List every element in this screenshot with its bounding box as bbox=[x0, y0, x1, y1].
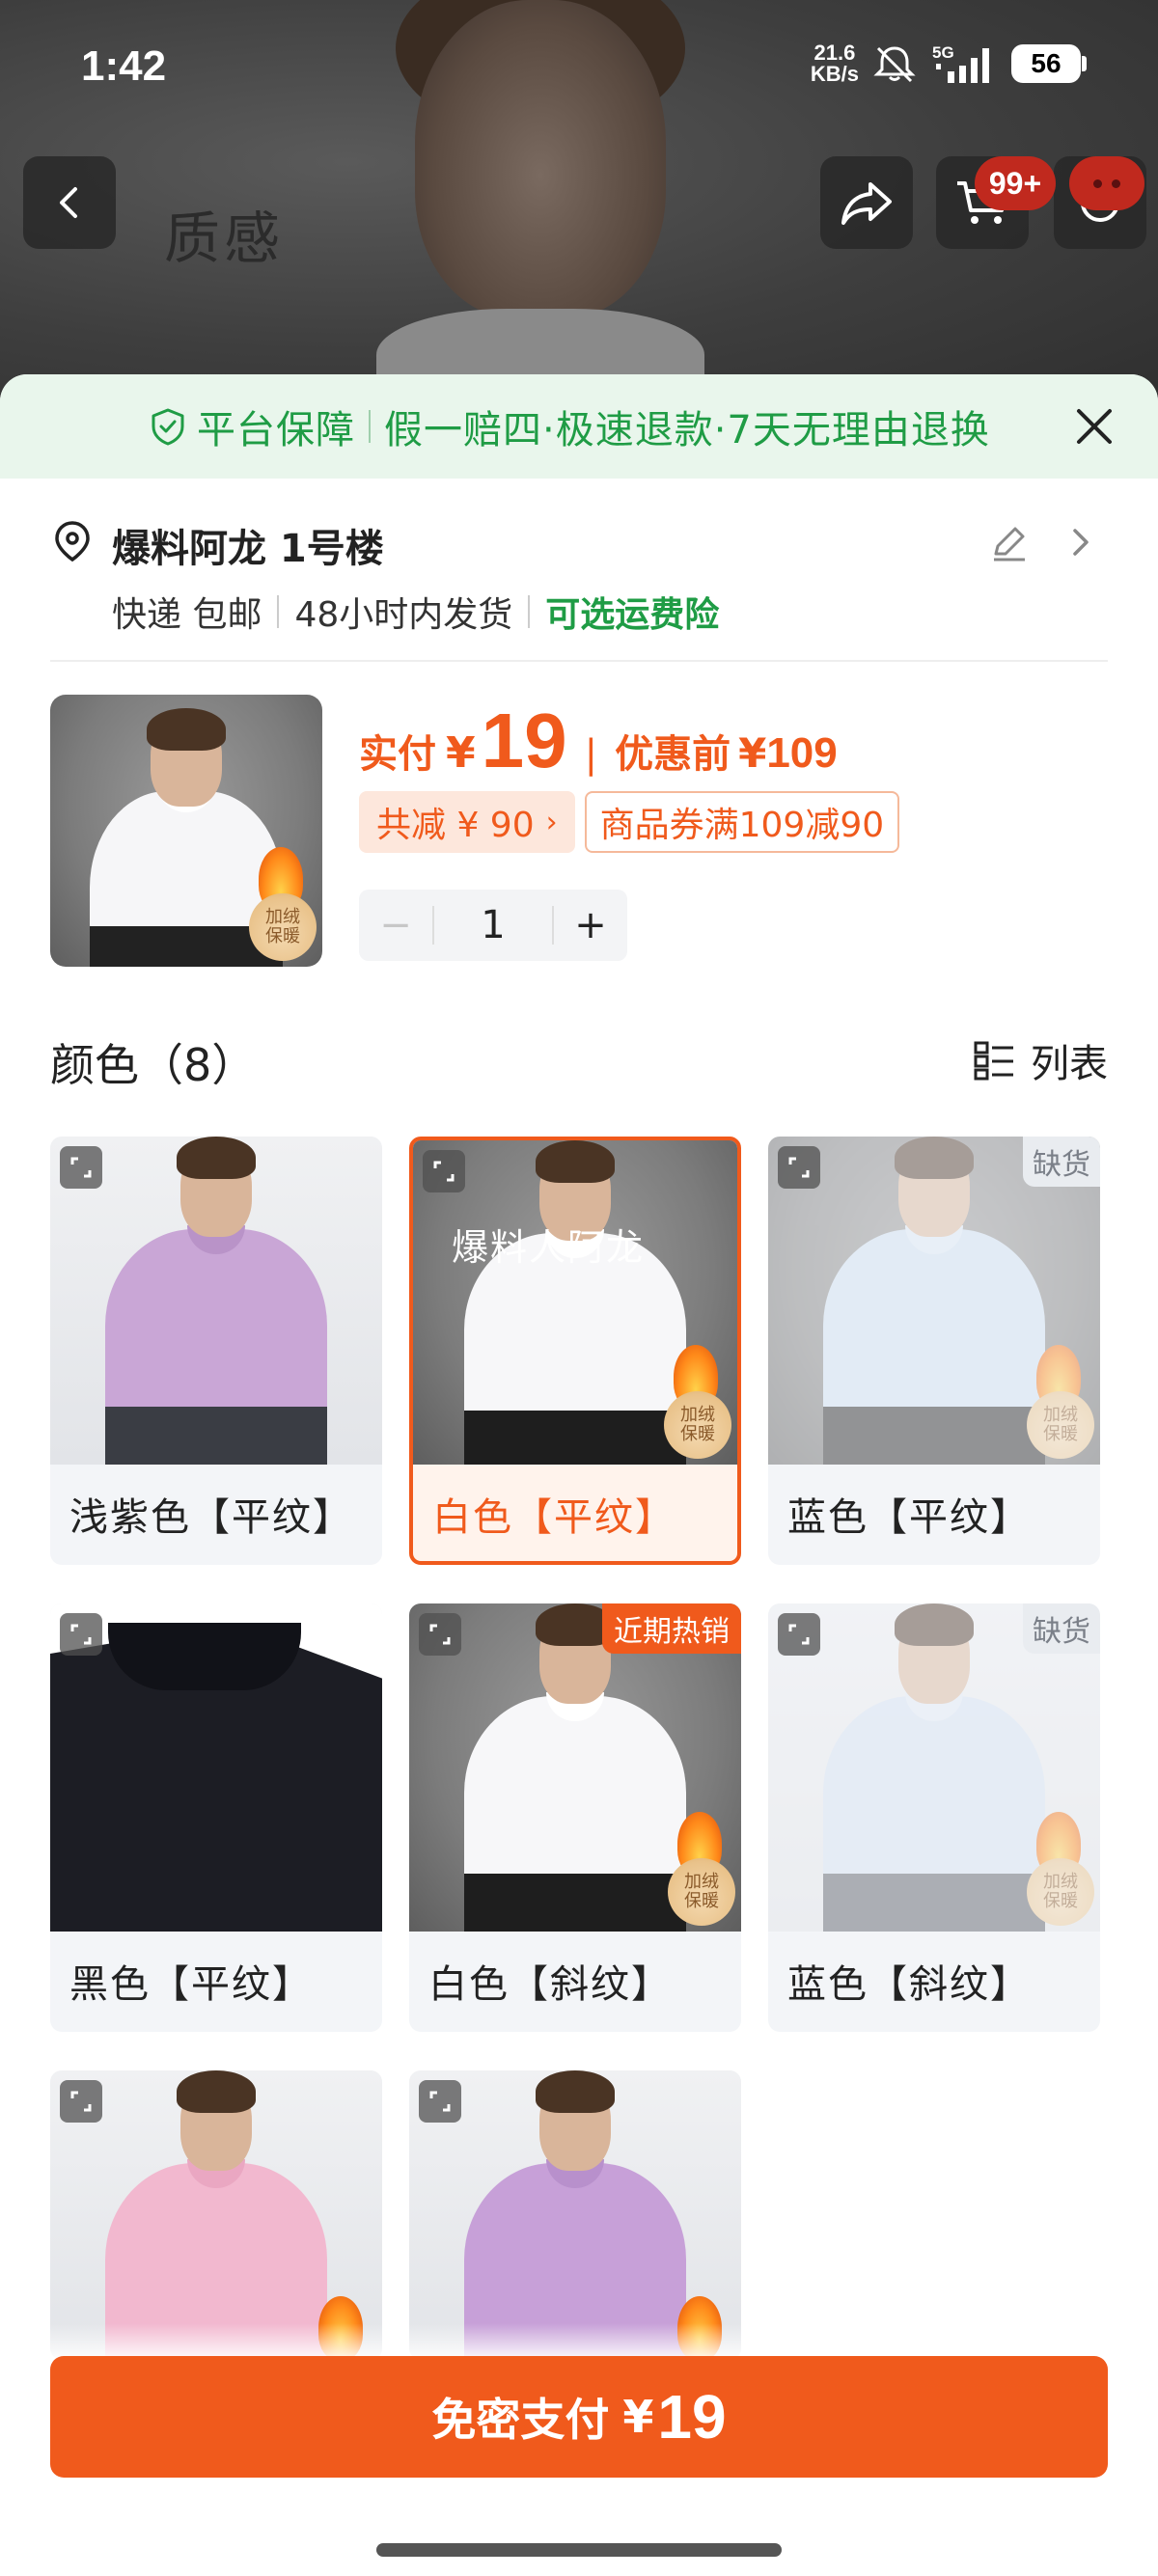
pay-button-label: 免密支付 bbox=[431, 2394, 610, 2446]
dispatch-time: 48小时内发货 bbox=[294, 595, 513, 635]
battery-indicator: 56 bbox=[1011, 44, 1087, 83]
paid-price: 19 bbox=[481, 698, 567, 783]
expand-icon[interactable] bbox=[60, 1613, 102, 1656]
address-name: 爆料阿龙 1号楼 bbox=[112, 527, 384, 571]
color-section-title: 颜色（8） bbox=[50, 1039, 257, 1091]
net-speed-unit: KB/s bbox=[810, 62, 859, 86]
discount-chips: 共减 ¥ 90 › 商品券满109减90 bbox=[359, 791, 900, 853]
signal-5g-icon: 5G bbox=[932, 43, 989, 83]
fleece-badge: 加绒 保暖 bbox=[664, 1391, 731, 1459]
expand-icon[interactable] bbox=[60, 1146, 102, 1189]
color-option-label: 蓝色【平纹】 bbox=[787, 1495, 1031, 1540]
color-option-label: 蓝色【斜纹】 bbox=[787, 1962, 1031, 2007]
cart-count-badge: 99+ bbox=[975, 156, 1056, 210]
edit-pencil-icon[interactable] bbox=[988, 521, 1031, 563]
image-watermark: 爆料人阿龙 bbox=[452, 1226, 646, 1269]
fleece-badge: 加绒 保暖 bbox=[1027, 1858, 1094, 1926]
delivery-address-row[interactable]: 爆料阿龙 1号楼 快递 包邮 48小时内发货 可选运费险 bbox=[50, 479, 1108, 662]
color-option-white-plain[interactable]: 加绒 保暖 爆料人阿龙 白色【平纹】 bbox=[409, 1137, 741, 1565]
mute-icon bbox=[873, 46, 916, 83]
expand-icon[interactable] bbox=[778, 1146, 820, 1189]
color-option-label: 浅紫色【平纹】 bbox=[69, 1495, 353, 1540]
fleece-badge: 加绒 保暖 bbox=[668, 1858, 735, 1926]
status-time: 1:42 bbox=[81, 42, 167, 90]
total-discount-text: 共减 ¥ 90 bbox=[376, 806, 535, 845]
expand-icon[interactable] bbox=[423, 1150, 465, 1192]
net-speed-value: 21.6 bbox=[813, 41, 856, 65]
close-icon[interactable] bbox=[1069, 401, 1119, 452]
color-option-white-twill[interactable]: 加绒 保暖 近期热销 白色【斜纹】 bbox=[409, 1603, 741, 2032]
message-dots-badge bbox=[1069, 156, 1144, 210]
color-option-blue-twill[interactable]: 加绒 保暖 缺货 蓝色【斜纹】 bbox=[768, 1603, 1100, 2032]
shipping-insurance-link[interactable]: 可选运费险 bbox=[545, 587, 719, 637]
chevron-right-icon: › bbox=[545, 805, 558, 839]
expand-icon[interactable] bbox=[419, 1613, 461, 1656]
price-divider: | bbox=[584, 732, 598, 777]
password-free-pay-button[interactable]: 免密支付 ¥ 19 bbox=[50, 2356, 1108, 2478]
status-indicators: 21.6 KB/s 5G 56 bbox=[811, 42, 1087, 85]
guarantee-title: 平台保障 bbox=[197, 408, 355, 452]
hot-selling-tag: 近期热销 bbox=[602, 1603, 741, 1654]
status-bar: 1:42 21.6 KB/s 5G 56 bbox=[0, 0, 1158, 135]
platform-guarantee-bar: 平台保障 假一赔四·极速退款·7天无理由退换 bbox=[0, 374, 1158, 479]
shipping-info: 快递 包邮 48小时内发货 可选运费险 bbox=[112, 587, 719, 637]
coupon-chip[interactable]: 商品券满109减90 bbox=[584, 791, 900, 853]
color-option-label: 白色【斜纹】 bbox=[428, 1962, 672, 2007]
net-speed: 21.6 KB/s bbox=[811, 42, 859, 85]
shipping-divider bbox=[528, 595, 531, 628]
guarantee-divider bbox=[369, 410, 371, 443]
color-option-label: 黑色【平纹】 bbox=[69, 1962, 313, 2007]
total-discount-chip[interactable]: 共减 ¥ 90 › bbox=[359, 791, 575, 853]
backdrop-brand-text: 质感 bbox=[164, 206, 285, 271]
product-thumbnail[interactable]: 加绒 保暖 bbox=[50, 695, 322, 967]
pay-button-currency: ¥ bbox=[622, 2391, 654, 2443]
original-price-label: 优惠前 bbox=[615, 732, 731, 777]
color-option-black-plain[interactable]: 黑色【平纹】 bbox=[50, 1603, 382, 2032]
network-type-text: 5G bbox=[932, 43, 954, 62]
share-icon bbox=[841, 182, 892, 225]
list-view-toggle[interactable]: 列表 bbox=[973, 1032, 1108, 1088]
back-button[interactable] bbox=[23, 156, 116, 249]
shipping-divider bbox=[277, 595, 280, 628]
shield-check-icon bbox=[152, 408, 184, 446]
color-option-label: 白色【平纹】 bbox=[432, 1495, 676, 1540]
shipping-method: 快递 包邮 bbox=[112, 595, 262, 635]
color-option-pink[interactable] bbox=[50, 2070, 382, 2360]
color-option-light-purple[interactable]: 浅紫色【平纹】 bbox=[50, 1137, 382, 1565]
guarantee-items: 假一赔四·极速退款·7天无理由退换 bbox=[384, 408, 990, 452]
color-option-purple[interactable] bbox=[409, 2070, 741, 2360]
quantity-stepper: − 1 + bbox=[359, 890, 627, 961]
list-view-label: 列表 bbox=[1031, 1042, 1108, 1086]
expand-icon[interactable] bbox=[778, 1613, 820, 1656]
home-indicator[interactable] bbox=[376, 2543, 782, 2557]
pay-button-amount: 19 bbox=[657, 2382, 727, 2452]
paid-label: 实付 bbox=[359, 732, 436, 777]
quantity-value[interactable]: 1 bbox=[432, 906, 554, 945]
chevron-right-icon bbox=[1073, 529, 1089, 556]
fleece-badge: 加绒 保暖 bbox=[249, 893, 317, 961]
list-view-icon bbox=[974, 1041, 1013, 1081]
location-pin-icon bbox=[55, 521, 90, 562]
share-button[interactable] bbox=[820, 156, 913, 249]
back-icon bbox=[60, 187, 77, 218]
color-section-header: 颜色（8） 列表 bbox=[50, 1030, 1108, 1091]
out-of-stock-tag: 缺货 bbox=[1023, 1137, 1100, 1187]
decrease-button[interactable]: − bbox=[359, 903, 432, 947]
expand-icon[interactable] bbox=[419, 2080, 461, 2123]
color-option-blue-plain[interactable]: 加绒 保暖 缺货 蓝色【平纹】 bbox=[768, 1137, 1100, 1565]
original-currency: ¥ bbox=[738, 729, 767, 777]
currency-symbol: ¥ bbox=[446, 728, 476, 778]
out-of-stock-tag: 缺货 bbox=[1023, 1603, 1100, 1654]
increase-button[interactable]: + bbox=[554, 903, 627, 947]
expand-icon[interactable] bbox=[60, 2080, 102, 2123]
fleece-badge: 加绒 保暖 bbox=[1027, 1391, 1094, 1459]
original-price: 109 bbox=[766, 729, 838, 777]
price-row: 实付 ¥ 19 | 优惠前 ¥ 109 bbox=[359, 697, 838, 785]
